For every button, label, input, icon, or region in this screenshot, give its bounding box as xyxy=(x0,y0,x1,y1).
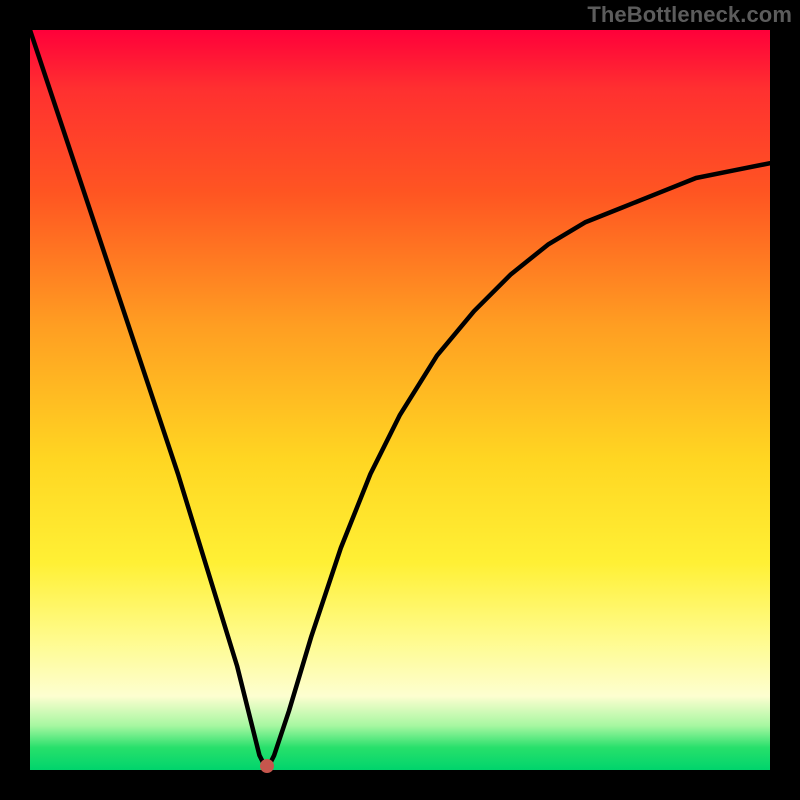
chart-frame: TheBottleneck.com xyxy=(0,0,800,800)
curve-path xyxy=(30,30,770,770)
minimum-marker xyxy=(260,759,274,773)
plot-area xyxy=(30,30,770,770)
bottleneck-curve xyxy=(30,30,770,770)
watermark-text: TheBottleneck.com xyxy=(587,2,792,28)
